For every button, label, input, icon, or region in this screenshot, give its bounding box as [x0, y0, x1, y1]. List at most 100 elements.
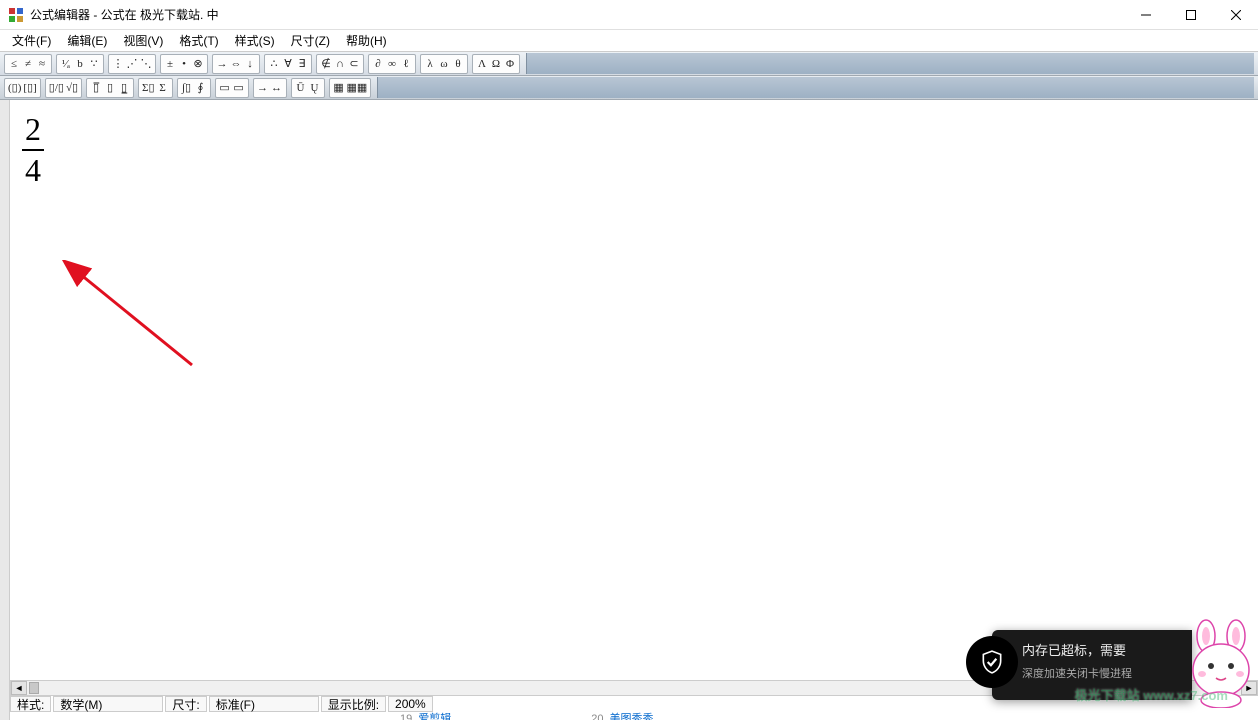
group-dots: ⋮ ⋰ ⋱: [108, 54, 156, 74]
matrix-small-icon[interactable]: ▦: [332, 79, 346, 97]
because-icon[interactable]: ∵: [87, 55, 101, 73]
group-sum: Σ▯ Σ: [138, 78, 172, 98]
menu-format[interactable]: 格式(T): [171, 30, 226, 51]
parens-icon[interactable]: (▯): [7, 79, 22, 97]
labelarrow1-icon[interactable]: →: [256, 79, 270, 97]
Lambda-icon[interactable]: Λ: [475, 55, 489, 73]
omega-icon[interactable]: ω: [437, 55, 451, 73]
infty-icon[interactable]: ∞: [385, 55, 399, 73]
status-zoom-label: 显示比例:: [321, 696, 386, 712]
fraction-numerator[interactable]: 2: [22, 112, 44, 147]
equation-fraction[interactable]: 2 4: [22, 112, 44, 188]
group-integral: ∫▯ ∮: [177, 78, 211, 98]
bunny-mascot-icon[interactable]: [1186, 618, 1256, 708]
lambda-icon[interactable]: λ: [423, 55, 437, 73]
group-operators: ± • ⊗: [160, 54, 208, 74]
menu-edit[interactable]: 编辑(E): [59, 30, 115, 51]
u-under-icon[interactable]: Ų: [308, 79, 322, 97]
ddots1-icon[interactable]: ⋰: [125, 55, 139, 73]
close-button[interactable]: [1213, 0, 1258, 29]
cap-icon[interactable]: ∩: [333, 55, 347, 73]
sqrt-icon[interactable]: √▯: [65, 79, 79, 97]
u-over-icon[interactable]: Ū: [294, 79, 308, 97]
annotation-arrow-icon: [62, 260, 202, 380]
overbrace-icon[interactable]: ▭: [218, 79, 232, 97]
taskbar-peek: 19爱剪辑 20美图秀秀: [380, 710, 1258, 720]
matrix-large-icon[interactable]: ▦▦: [346, 79, 369, 97]
neq-icon[interactable]: ≠: [21, 55, 35, 73]
ddots2-icon[interactable]: ⋱: [139, 55, 153, 73]
Phi-icon[interactable]: Φ: [503, 55, 517, 73]
taskbar-item-2: 20美图秀秀: [591, 710, 653, 720]
integral-icon[interactable]: ∫▯: [180, 79, 194, 97]
window-title: 公式编辑器 - 公式在 极光下载站. 中: [30, 6, 219, 23]
group-prod-union: Ū Ų: [291, 78, 325, 98]
brackets-icon[interactable]: [▯]: [22, 79, 37, 97]
partial-icon[interactable]: ∂: [371, 55, 385, 73]
status-size-label: 尺寸:: [165, 696, 206, 712]
fraction-denominator[interactable]: 4: [22, 153, 44, 188]
group-greek-lower: λ ω θ: [420, 54, 468, 74]
group-misc: ∂ ∞ ℓ: [368, 54, 416, 74]
menu-view[interactable]: 视图(V): [115, 30, 171, 51]
memory-notification[interactable]: 内存已超标，需要 深度加速关闭卡慢进程: [992, 630, 1192, 700]
darr-icon[interactable]: ↓: [243, 55, 257, 73]
group-labeled-arrows: → ↔: [253, 78, 287, 98]
editor-canvas[interactable]: 2 4: [12, 100, 1258, 680]
status-style-label: 样式:: [10, 696, 51, 712]
menu-file[interactable]: 文件(F): [4, 30, 59, 51]
symbol-toolbar: ≤ ≠ ≈ ¹⁄ₐ b ∵ ⋮ ⋰ ⋱ ± • ⊗ → ⇔ ↓ ∴ ∀ ∃ ∉ …: [0, 52, 1258, 76]
rarr-icon[interactable]: →: [215, 55, 229, 73]
subset-icon[interactable]: ⊂: [347, 55, 361, 73]
box-icon[interactable]: ▯: [103, 79, 117, 97]
overbar-icon[interactable]: ▯̅: [89, 79, 103, 97]
scroll-thumb[interactable]: [29, 682, 39, 694]
group-relations: ≤ ≠ ≈: [4, 54, 52, 74]
fraction-bar: [22, 149, 44, 151]
sum-limits-icon[interactable]: Σ▯: [141, 79, 155, 97]
maximize-button[interactable]: [1168, 0, 1213, 29]
fraction-icon[interactable]: ▯/▯: [48, 79, 65, 97]
group-fraction-radical: ▯/▯ √▯: [45, 78, 82, 98]
titlebar: 公式编辑器 - 公式在 极光下载站. 中: [0, 0, 1258, 30]
minimize-button[interactable]: [1123, 0, 1168, 29]
toolbar-tail: [526, 53, 1254, 74]
pm-icon[interactable]: ±: [163, 55, 177, 73]
leq-icon[interactable]: ≤: [7, 55, 21, 73]
menu-style[interactable]: 样式(S): [227, 30, 283, 51]
vdots-icon[interactable]: ⋮: [111, 55, 125, 73]
status-size-value[interactable]: 标准(F): [209, 696, 319, 712]
menu-help[interactable]: 帮助(H): [338, 30, 395, 51]
toolbar2-tail: [377, 77, 1254, 98]
group-spacing: ¹⁄ₐ b ∵: [56, 54, 104, 74]
theta-icon[interactable]: θ: [451, 55, 465, 73]
oint-icon[interactable]: ∮: [194, 79, 208, 97]
sum-icon[interactable]: Σ: [156, 79, 170, 97]
group-fences: (▯) [▯]: [4, 78, 41, 98]
bullet-icon[interactable]: •: [177, 55, 191, 73]
menu-size[interactable]: 尺寸(Z): [283, 30, 338, 51]
status-style-value[interactable]: 数学(M): [53, 696, 163, 712]
scroll-left-button[interactable]: ◄: [11, 681, 27, 695]
window-controls: [1123, 0, 1258, 29]
group-arrows: → ⇔ ↓: [212, 54, 260, 74]
ell-icon[interactable]: ℓ: [399, 55, 413, 73]
frac-small-icon[interactable]: ¹⁄ₐ: [59, 55, 73, 73]
otimes-icon[interactable]: ⊗: [191, 55, 205, 73]
notin-icon[interactable]: ∉: [319, 55, 333, 73]
labelarrow2-icon[interactable]: ↔: [270, 79, 284, 97]
notification-title: 内存已超标，需要: [1022, 640, 1180, 659]
Omega-icon[interactable]: Ω: [489, 55, 503, 73]
underbar-icon[interactable]: ▯̲: [117, 79, 131, 97]
iff-icon[interactable]: ⇔: [229, 55, 243, 73]
exists-icon[interactable]: ∃: [295, 55, 309, 73]
template-toolbar: (▯) [▯] ▯/▯ √▯ ▯̅ ▯ ▯̲ Σ▯ Σ ∫▯ ∮ ▭ ▭ → ↔…: [0, 76, 1258, 100]
group-sup-sub: ▯̅ ▯ ▯̲: [86, 78, 134, 98]
therefore-icon[interactable]: ∴: [267, 55, 281, 73]
b-icon[interactable]: b: [73, 55, 87, 73]
approx-icon[interactable]: ≈: [35, 55, 49, 73]
forall-icon[interactable]: ∀: [281, 55, 295, 73]
notification-subtitle: 深度加速关闭卡慢进程: [1022, 665, 1180, 681]
app-icon: [8, 7, 24, 23]
underbrace-icon[interactable]: ▭: [232, 79, 246, 97]
